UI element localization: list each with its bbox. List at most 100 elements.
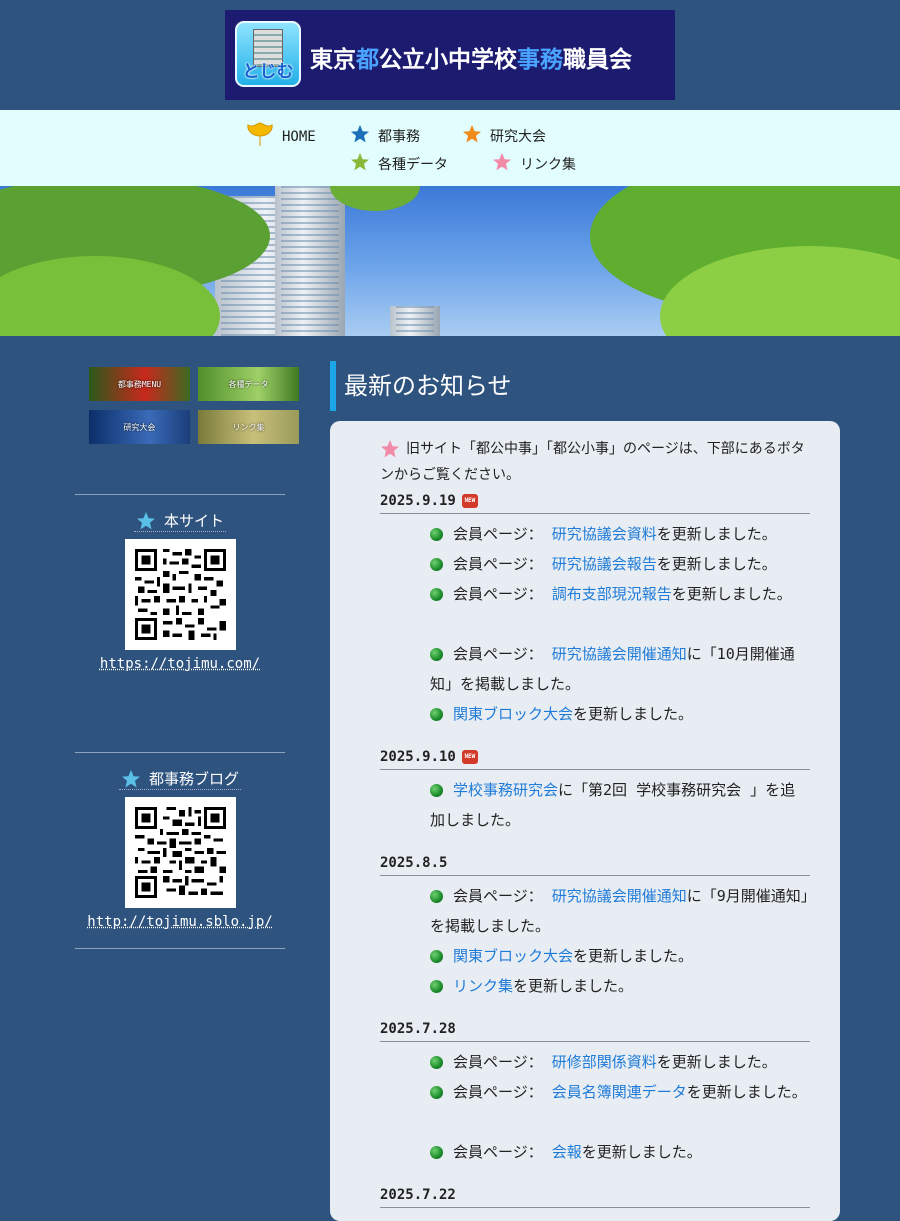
news-item: リンク集を更新しました。 [430, 971, 810, 1001]
logo-text: とじむ [237, 57, 299, 82]
news-item: 会員ページ： 会員名簿関連データを更新しました。 [430, 1077, 810, 1107]
green-star-icon [350, 152, 370, 176]
news-item: 会員ページ： 会報を更新しました。 [430, 1137, 810, 1167]
nav-tojimu[interactable]: 都事務 [350, 124, 420, 148]
news-item-text: を更新しました。 [672, 585, 792, 603]
green-bullet-icon [430, 1086, 443, 1099]
green-bullet-icon [430, 1146, 443, 1159]
nav-links-label: リンク集 [520, 154, 576, 174]
green-bullet-icon [430, 950, 443, 963]
news-date-text: 2025.9.19 [380, 493, 456, 509]
title-part: 公立小中学校 [379, 47, 517, 73]
nav-data[interactable]: 各種データ [350, 152, 448, 176]
news-item-text: を更新しました。 [657, 555, 777, 573]
thumb-links[interactable]: リンク集 [198, 410, 299, 444]
nav-data-label: 各種データ [378, 154, 448, 174]
site-title: 東京都公立小中学校事務職員会 [310, 40, 632, 74]
site-banner[interactable]: とじむ 東京都公立小中学校事務職員会 [225, 10, 675, 100]
blog-qr-code [125, 797, 236, 908]
member-page-label: 会員ページ： [453, 1143, 543, 1161]
main-site-title-text: 本サイト [164, 510, 224, 531]
news-item-text: を更新しました。 [657, 525, 777, 543]
news-item-link[interactable]: 関東ブロック大会 [453, 947, 573, 965]
news-card: 旧サイト「都公中事」「都公小事」のページは、下部にあるボタンからご覧ください。 … [330, 421, 840, 1221]
news-item: 会員ページ： 研究協議会資料を更新しました。 [430, 519, 810, 549]
thumb-kenkyu[interactable]: 研究大会 [89, 410, 190, 444]
blog-section: 都事務ブログ http://tojimu.sblo.jp/ [75, 768, 285, 930]
nav-home-label: HOME [282, 129, 316, 145]
blog-title-text: 都事務ブログ [149, 768, 239, 789]
news-item-text: を更新しました。 [657, 1053, 777, 1071]
news-item: 会員ページ： 研究協議会開催通知に「10月開催通知」を掲載しました。 [430, 639, 810, 699]
news-item-link[interactable]: 学校事務研究会 [453, 781, 558, 799]
new-badge-icon: NEW [462, 494, 478, 508]
news-date: 2025.7.22 [380, 1187, 810, 1208]
main-site-title: 本サイト [134, 510, 226, 532]
news-intro-text: 旧サイト「都公中事」「都公小事」のページは、下部にあるボタンからご覧ください。 [380, 441, 805, 483]
news-item-text: を更新しました。 [582, 1143, 702, 1161]
news-item-text: を更新しました。 [513, 977, 633, 995]
main-site-url-link[interactable]: https://tojimu.com/ [100, 656, 260, 672]
news-date-text: 2025.8.5 [380, 855, 447, 871]
sidebar-divider [75, 948, 285, 949]
news-item: 会員ページ： 研修部関係資料を更新しました。 [430, 1047, 810, 1077]
nav-home[interactable]: HOME [246, 122, 316, 152]
title-part-highlight: 事務 [517, 47, 563, 73]
header: とじむ 東京都公立小中学校事務職員会 [0, 0, 900, 110]
hero-image [0, 186, 900, 336]
ginkgo-leaf-icon [246, 122, 274, 152]
member-page-label: 会員ページ： [453, 525, 543, 543]
tower-top [275, 186, 345, 336]
green-bullet-icon [430, 784, 443, 797]
news-heading: 最新のお知らせ [330, 361, 512, 411]
thumb-tojimu-menu[interactable]: 都事務MENU [89, 367, 190, 401]
blue-star-icon [350, 124, 370, 148]
news-item-link[interactable]: 会報 [552, 1143, 582, 1161]
blog-url-link[interactable]: http://tojimu.sblo.jp/ [87, 914, 272, 930]
green-bullet-icon [430, 980, 443, 993]
news-item-text: を更新しました。 [573, 705, 693, 723]
news-item: 関東ブロック大会を更新しました。 [430, 699, 810, 729]
news-item-link[interactable]: 研究協議会資料 [552, 525, 657, 543]
news-date: 2025.9.10 NEW [380, 749, 810, 770]
news-date: 2025.8.5 [380, 855, 810, 876]
light-blue-star-icon [121, 769, 141, 789]
sidebar-divider [75, 752, 285, 753]
news-item-link[interactable]: 研修部関係資料 [552, 1053, 657, 1071]
news-item: 会員ページ： 研究協議会報告を更新しました。 [430, 549, 810, 579]
title-part-highlight: 都 [356, 47, 379, 73]
pink-star-icon [380, 439, 400, 459]
news-item-link[interactable]: 研究協議会開催通知 [552, 887, 687, 905]
main-site-qr-code [125, 539, 236, 650]
news-item-link[interactable]: リンク集 [453, 977, 513, 995]
main-site-section: 本サイト https://tojimu.com/ [75, 510, 285, 672]
member-page-label: 会員ページ： [453, 585, 543, 603]
news-item-link[interactable]: 関東ブロック大会 [453, 705, 573, 723]
nav-links[interactable]: リンク集 [492, 152, 576, 176]
news-item-link[interactable]: 調布支部現況報告 [552, 585, 672, 603]
nav-kenkyu[interactable]: 研究大会 [462, 124, 546, 148]
news-item-text: を更新しました。 [687, 1083, 807, 1101]
news-item: 学校事務研究会に「第2回 学校事務研究会 」を追加しました。 [430, 775, 810, 835]
news-item: 会員ページ： 調布支部現況報告を更新しました。 [430, 579, 810, 609]
news-date-text: 2025.7.22 [380, 1187, 456, 1203]
main-nav: HOME 都事務 研究大会 各種データ リンク集 [0, 110, 900, 186]
news-item: 会員ページ： 研究協議会開催通知に「9月開催通知」を掲載しました。 [430, 881, 810, 941]
news-item: 関東ブロック大会を更新しました。 [430, 941, 810, 971]
orange-star-icon [462, 124, 482, 148]
member-page-label: 会員ページ： [453, 555, 543, 573]
green-bullet-icon [430, 1056, 443, 1069]
title-part: 東京 [310, 47, 356, 73]
news-intro: 旧サイト「都公中事」「都公小事」のページは、下部にあるボタンからご覧ください。 [380, 436, 810, 488]
green-bullet-icon [430, 708, 443, 721]
nav-tojimu-label: 都事務 [378, 126, 420, 146]
site-logo[interactable]: とじむ [235, 21, 301, 87]
thumb-data[interactable]: 各種データ [198, 367, 299, 401]
title-part: 職員会 [563, 47, 632, 73]
news-item-text: を更新しました。 [573, 947, 693, 965]
news-item-link[interactable]: 研究協議会開催通知 [552, 645, 687, 663]
news-item-link[interactable]: 研究協議会報告 [552, 555, 657, 573]
member-page-label: 会員ページ： [453, 1053, 543, 1071]
green-bullet-icon [430, 528, 443, 541]
news-item-link[interactable]: 会員名簿関連データ [552, 1083, 687, 1101]
